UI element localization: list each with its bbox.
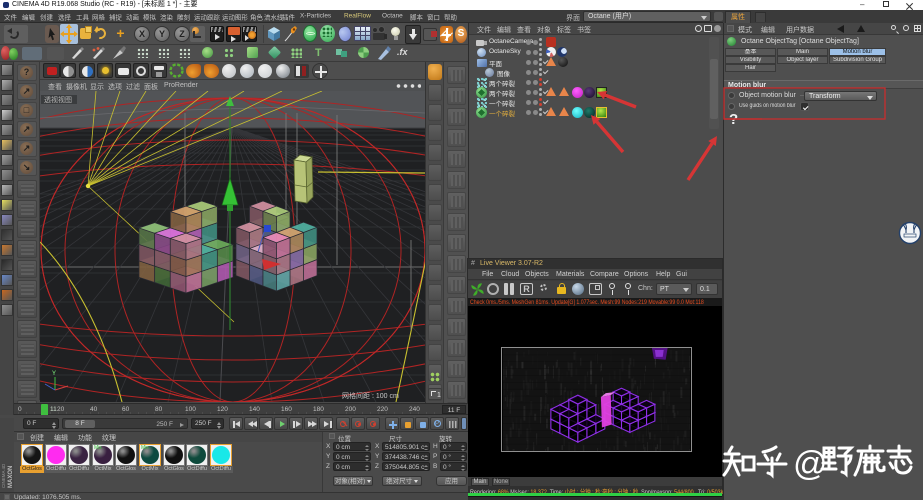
svg-text:Y: Y [52, 371, 56, 377]
svg-text:透视视图: 透视视图 [44, 95, 72, 104]
svg-text:网格间距 : 100 cm: 网格间距 : 100 cm [342, 391, 399, 400]
